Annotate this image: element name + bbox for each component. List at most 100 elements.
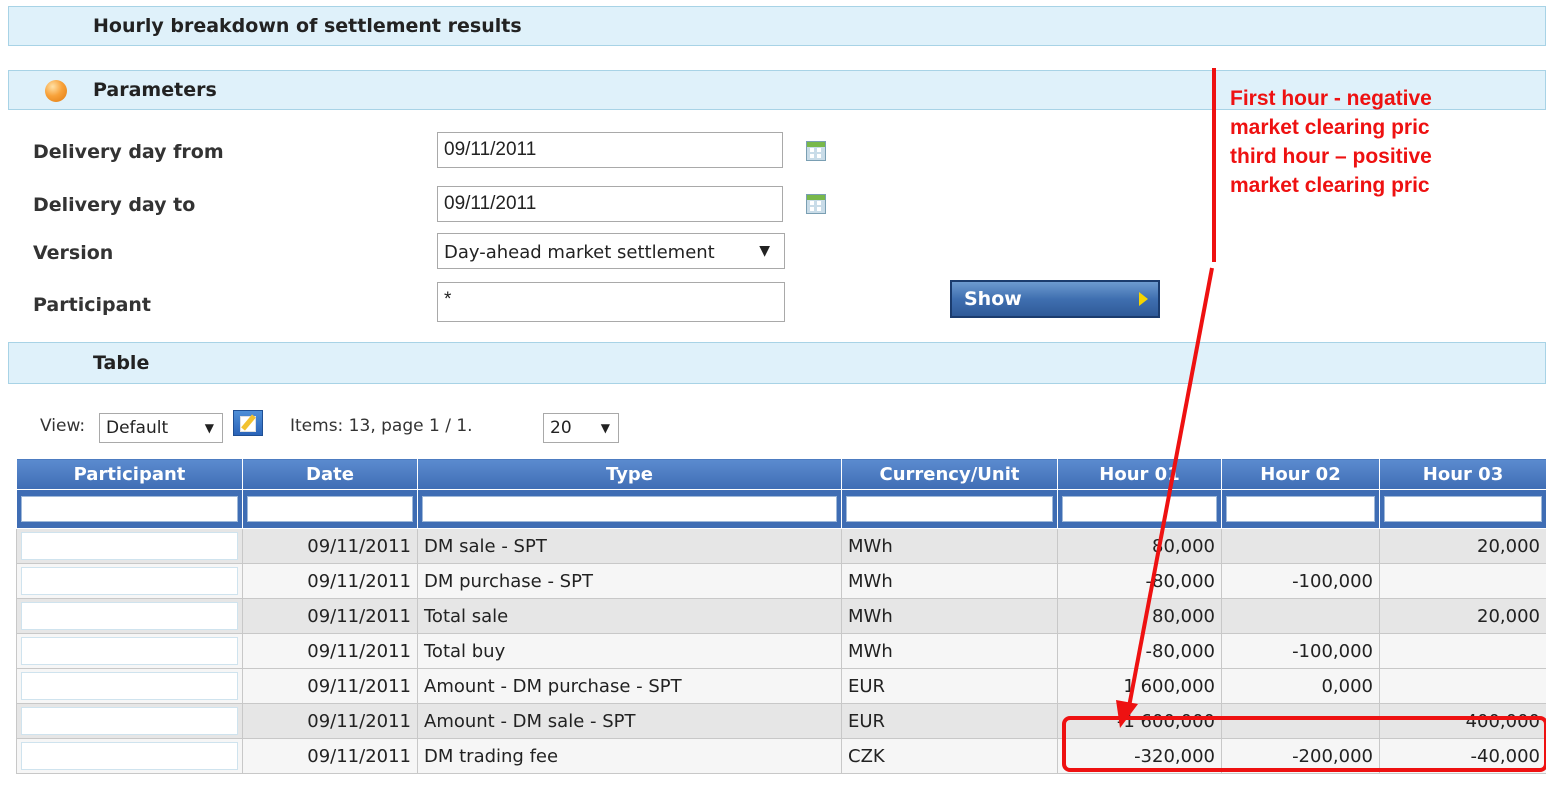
view-select[interactable]: Default ▼ (99, 413, 223, 443)
hour-02-cell (1221, 703, 1380, 739)
chevron-down-icon: ▼ (600, 421, 610, 435)
participant-box (21, 532, 238, 560)
table-row[interactable]: 09/11/2011 DM purchase - SPT MWh -80,000… (16, 563, 1546, 599)
type-cell: Total buy (417, 633, 842, 669)
table-section-bar[interactable]: Table (8, 342, 1546, 384)
hour-03-cell (1379, 668, 1546, 704)
delivery-from-input[interactable]: 09/11/2011 (437, 132, 783, 168)
column-header-hour-03[interactable]: Hour 03 (1379, 458, 1546, 490)
page-size-select[interactable]: 20 ▼ (543, 413, 619, 443)
page-size-value: 20 (550, 418, 572, 438)
page-header-bar: Hourly breakdown of settlement results (8, 6, 1546, 46)
show-button[interactable]: Show (950, 280, 1160, 318)
hour-02-cell: 0,000 (1221, 668, 1380, 704)
version-select[interactable]: Day-ahead market settlement ▼ (437, 233, 785, 269)
participant-cell (16, 598, 243, 634)
filter-input[interactable] (247, 496, 413, 522)
chevron-down-icon: ▼ (759, 243, 770, 259)
annotation-line: third hour – positive (1230, 145, 1432, 168)
hour-01-cell: -80,000 (1057, 633, 1222, 669)
annotation-line: market clearing pric (1230, 174, 1430, 197)
filter-currency-unit[interactable] (841, 489, 1058, 529)
orange-orb-icon (45, 80, 67, 102)
hour-03-cell: -40,000 (1379, 738, 1546, 774)
unit-cell: MWh (841, 633, 1058, 669)
table-row[interactable]: 09/11/2011 DM trading fee CZK -320,000 -… (16, 738, 1546, 774)
date-cell: 09/11/2011 (242, 563, 418, 599)
date-cell: 09/11/2011 (242, 633, 418, 669)
filter-input[interactable] (422, 496, 837, 522)
version-label: Version (33, 242, 114, 264)
date-cell: 09/11/2011 (242, 703, 418, 739)
filter-date[interactable] (242, 489, 418, 529)
unit-cell: CZK (841, 738, 1058, 774)
participant-cell (16, 668, 243, 704)
hour-03-cell: 20,000 (1379, 528, 1546, 564)
filter-input[interactable] (1062, 496, 1217, 522)
column-header-date[interactable]: Date (242, 458, 418, 490)
hour-02-cell: -100,000 (1221, 633, 1380, 669)
calendar-icon[interactable] (806, 194, 826, 214)
participant-cell (16, 633, 243, 669)
items-count-text: Items: 13, page 1 / 1. (290, 416, 473, 436)
unit-cell: EUR (841, 703, 1058, 739)
table-row[interactable]: 09/11/2011 Amount - DM purchase - SPT EU… (16, 668, 1546, 704)
hour-03-cell (1379, 633, 1546, 669)
date-cell: 09/11/2011 (242, 528, 418, 564)
column-header-type[interactable]: Type (417, 458, 842, 490)
participant-box (21, 707, 238, 735)
filter-hour-01[interactable] (1057, 489, 1222, 529)
participant-cell (16, 703, 243, 739)
participant-label: Participant (33, 294, 152, 316)
delivery-to-label: Delivery day to (33, 194, 196, 216)
parameters-title: Parameters (93, 79, 217, 101)
hour-01-cell: -80,000 (1057, 563, 1222, 599)
hour-01-cell: -1 600,000 (1057, 703, 1222, 739)
filter-input[interactable] (1384, 496, 1542, 522)
column-header-participant[interactable]: Participant (16, 458, 243, 490)
participant-input[interactable]: * (437, 282, 785, 322)
date-cell: 09/11/2011 (242, 738, 418, 774)
annotation-text: First hour - negative market clearing pr… (1230, 84, 1432, 200)
filter-input[interactable] (1226, 496, 1375, 522)
participant-box (21, 742, 238, 770)
column-header-hour-02[interactable]: Hour 02 (1221, 458, 1380, 490)
filter-participant[interactable] (16, 489, 243, 529)
delivery-from-label: Delivery day from (33, 141, 224, 163)
filter-hour-03[interactable] (1379, 489, 1546, 529)
chevron-down-icon: ▼ (204, 421, 214, 435)
unit-cell: MWh (841, 563, 1058, 599)
type-cell: DM trading fee (417, 738, 842, 774)
table-row[interactable]: 09/11/2011 DM sale - SPT MWh 80,000 20,0… (16, 528, 1546, 564)
table-row[interactable]: 09/11/2011 Total sale MWh 80,000 20,000 (16, 598, 1546, 634)
filter-input[interactable] (846, 496, 1053, 522)
play-arrow-icon (1139, 292, 1148, 306)
version-select-value: Day-ahead market settlement (444, 242, 715, 263)
hour-01-cell: 80,000 (1057, 528, 1222, 564)
show-button-label: Show (964, 288, 1022, 310)
annotation-line: First hour - negative (1230, 87, 1432, 110)
type-cell: Amount - DM sale - SPT (417, 703, 842, 739)
participant-box (21, 672, 238, 700)
hour-03-cell: 20,000 (1379, 598, 1546, 634)
edit-view-icon[interactable] (233, 410, 263, 436)
participant-box (21, 637, 238, 665)
hour-03-cell: 400,000 (1379, 703, 1546, 739)
participant-cell (16, 528, 243, 564)
table-row[interactable]: 09/11/2011 Amount - DM sale - SPT EUR -1… (16, 703, 1546, 739)
filter-type[interactable] (417, 489, 842, 529)
delivery-to-input[interactable]: 09/11/2011 (437, 186, 783, 222)
view-label: View: (40, 416, 86, 436)
column-header-hour-01[interactable]: Hour 01 (1057, 458, 1222, 490)
table-header-row: Participant Date Type Currency/Unit Hour… (16, 458, 1546, 490)
column-header-currency-unit[interactable]: Currency/Unit (841, 458, 1058, 490)
filter-hour-02[interactable] (1221, 489, 1380, 529)
hour-02-cell: -100,000 (1221, 563, 1380, 599)
table-row[interactable]: 09/11/2011 Total buy MWh -80,000 -100,00… (16, 633, 1546, 669)
participant-box (21, 567, 238, 595)
filter-input[interactable] (21, 496, 238, 522)
type-cell: Amount - DM purchase - SPT (417, 668, 842, 704)
date-cell: 09/11/2011 (242, 668, 418, 704)
hour-03-cell (1379, 563, 1546, 599)
calendar-icon[interactable] (806, 141, 826, 161)
